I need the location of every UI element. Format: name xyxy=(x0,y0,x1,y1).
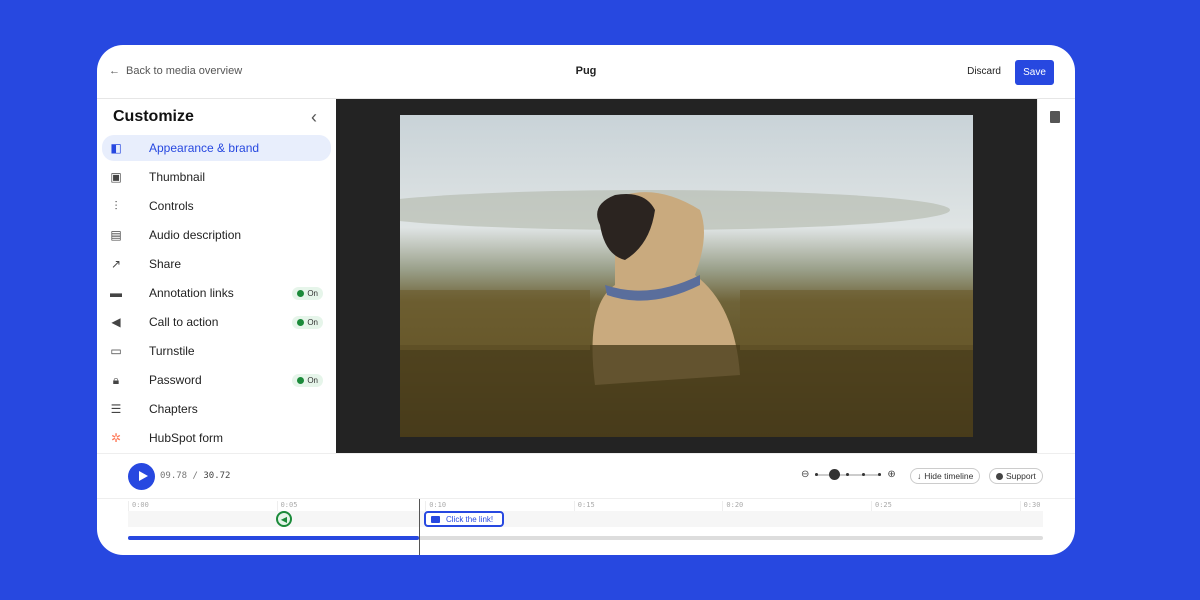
share-icon: ↗ xyxy=(110,257,122,271)
sidebar-item-label: Share xyxy=(149,257,182,271)
progress-fill xyxy=(128,536,419,540)
badge-label: On xyxy=(307,318,318,327)
hide-timeline-button[interactable]: ↓ Hide timeline xyxy=(910,468,981,484)
check-icon xyxy=(297,377,305,384)
badge-label: On xyxy=(307,289,318,298)
zoom-in-icon[interactable]: ⊕ xyxy=(887,469,895,480)
sidebar-item-label: Password xyxy=(149,373,202,387)
save-button[interactable]: Save xyxy=(1015,60,1054,85)
timeline-tick: 0:20 xyxy=(722,501,743,511)
annotation-link-icon xyxy=(431,515,440,523)
video-frame-pug xyxy=(400,115,973,437)
timeline-tick: 0:00 xyxy=(128,501,149,511)
time-readout: 09.78 / 30.72 xyxy=(160,471,230,481)
sidebar-item-label: Annotation links xyxy=(149,286,234,300)
customize-sidebar: Customize ‹ ◧ Appearance & brand ▣ Thumbnai… xyxy=(97,99,336,453)
hide-timeline-label: Hide timeline xyxy=(924,471,974,481)
play-button[interactable] xyxy=(128,463,155,490)
check-icon xyxy=(297,319,305,326)
list-icon: ☰ xyxy=(110,402,122,416)
document-icon[interactable] xyxy=(1050,111,1060,123)
timeline-track[interactable] xyxy=(128,511,1043,527)
sidebar-item-chapters[interactable]: ☰ Chapters xyxy=(102,396,331,422)
sidebar-item-hubspot-form[interactable]: ✲ HubSpot form xyxy=(102,425,331,451)
sliders-icon: ⫶ xyxy=(114,198,118,213)
current-time: 09.78 xyxy=(160,471,188,481)
player-controls: 09.78 / 30.72 ⊖ ⊕ ↓ Hide timeline Support xyxy=(97,453,1075,498)
status-badge: On xyxy=(292,287,323,300)
megaphone-icon: ◀ xyxy=(280,514,288,524)
appearance-icon: ◧ xyxy=(110,141,122,155)
annotation-link-icon: ▬ xyxy=(110,286,122,300)
status-badge: On xyxy=(292,316,323,329)
badge-label: On xyxy=(307,376,318,385)
lock-icon: 🔒︎ xyxy=(112,372,120,387)
timeline-zoom: ⊖ ⊕ xyxy=(801,468,896,480)
sidebar-title: Customize xyxy=(113,108,194,125)
sidebar-item-appearance-brand[interactable]: ◧ Appearance & brand xyxy=(102,135,331,161)
video-preview[interactable] xyxy=(336,99,1037,453)
sidebar-item-thumbnail[interactable]: ▣ Thumbnail xyxy=(102,164,331,190)
sidebar-item-label: Call to action xyxy=(149,315,219,329)
timeline-tick: 0:30 xyxy=(1019,501,1040,511)
chevron-left-icon[interactable]: ‹ xyxy=(311,107,317,128)
zoom-out-icon[interactable]: ⊖ xyxy=(801,469,809,480)
zoom-slider[interactable] xyxy=(815,468,882,480)
turnstile-icon: ▭ xyxy=(110,344,122,358)
sidebar-item-turnstile[interactable]: ▭ Turnstile xyxy=(102,338,331,364)
progress-bar[interactable] xyxy=(128,536,1043,540)
annotation-label: Click the link! xyxy=(446,514,494,524)
support-button[interactable]: Support xyxy=(989,468,1043,484)
time-separator: / xyxy=(192,471,198,481)
sidebar-item-password[interactable]: 🔒︎ Password On xyxy=(102,367,331,393)
page-title: Pug xyxy=(575,65,597,77)
sidebar-item-label: Thumbnail xyxy=(149,170,206,184)
right-rail xyxy=(1037,99,1075,453)
audio-description-icon: ▤ xyxy=(110,228,122,242)
arrow-down-icon: ↓ xyxy=(917,471,922,481)
sidebar-item-label: HubSpot form xyxy=(149,431,224,445)
sidebar-item-share[interactable]: ↗ Share xyxy=(102,251,331,277)
zoom-slider-handle[interactable] xyxy=(829,468,841,480)
image-icon: ▣ xyxy=(110,170,122,184)
timeline[interactable]: 0:00 0:05 0:10 0:15 0:20 0:25 0:30 ◀ Click the… xyxy=(97,498,1075,555)
status-badge: On xyxy=(292,374,323,387)
timeline-tick: 0:10 xyxy=(425,501,446,511)
discard-button[interactable]: Discard xyxy=(967,66,1001,77)
sidebar-item-label: Appearance & brand xyxy=(149,141,260,155)
sidebar-item-audio-description[interactable]: ▤ Audio description xyxy=(102,222,331,248)
sidebar-item-label: Audio description xyxy=(149,228,242,242)
megaphone-icon: ◀ xyxy=(111,315,121,329)
sidebar-item-label: Turnstile xyxy=(149,344,195,358)
call-to-action-marker[interactable]: ◀ xyxy=(276,511,292,527)
help-icon xyxy=(996,472,1003,480)
duration: 30.72 xyxy=(203,471,231,481)
annotation-marker[interactable]: Click the link! xyxy=(424,511,504,527)
timeline-tick: 0:05 xyxy=(276,501,297,511)
sidebar-item-label: Chapters xyxy=(149,402,198,416)
sidebar-item-label: Controls xyxy=(149,199,194,213)
media-customize-window: ← Back to media overview Pug Discard Save… xyxy=(97,45,1075,555)
check-icon xyxy=(297,290,305,297)
header: ← Back to media overview Pug Discard Save xyxy=(97,45,1075,99)
timeline-tick: 0:25 xyxy=(871,501,892,511)
sidebar-item-annotation-links[interactable]: ▬ Annotation links On xyxy=(102,280,331,306)
sidebar-item-controls[interactable]: ⫶ Controls xyxy=(102,193,331,219)
playhead[interactable] xyxy=(418,499,420,555)
timeline-tick: 0:15 xyxy=(573,501,595,511)
support-label: Support xyxy=(1006,471,1036,481)
hubspot-icon: ✲ xyxy=(110,431,122,445)
sidebar-item-call-to-action[interactable]: ◀ Call to action On xyxy=(102,309,331,335)
